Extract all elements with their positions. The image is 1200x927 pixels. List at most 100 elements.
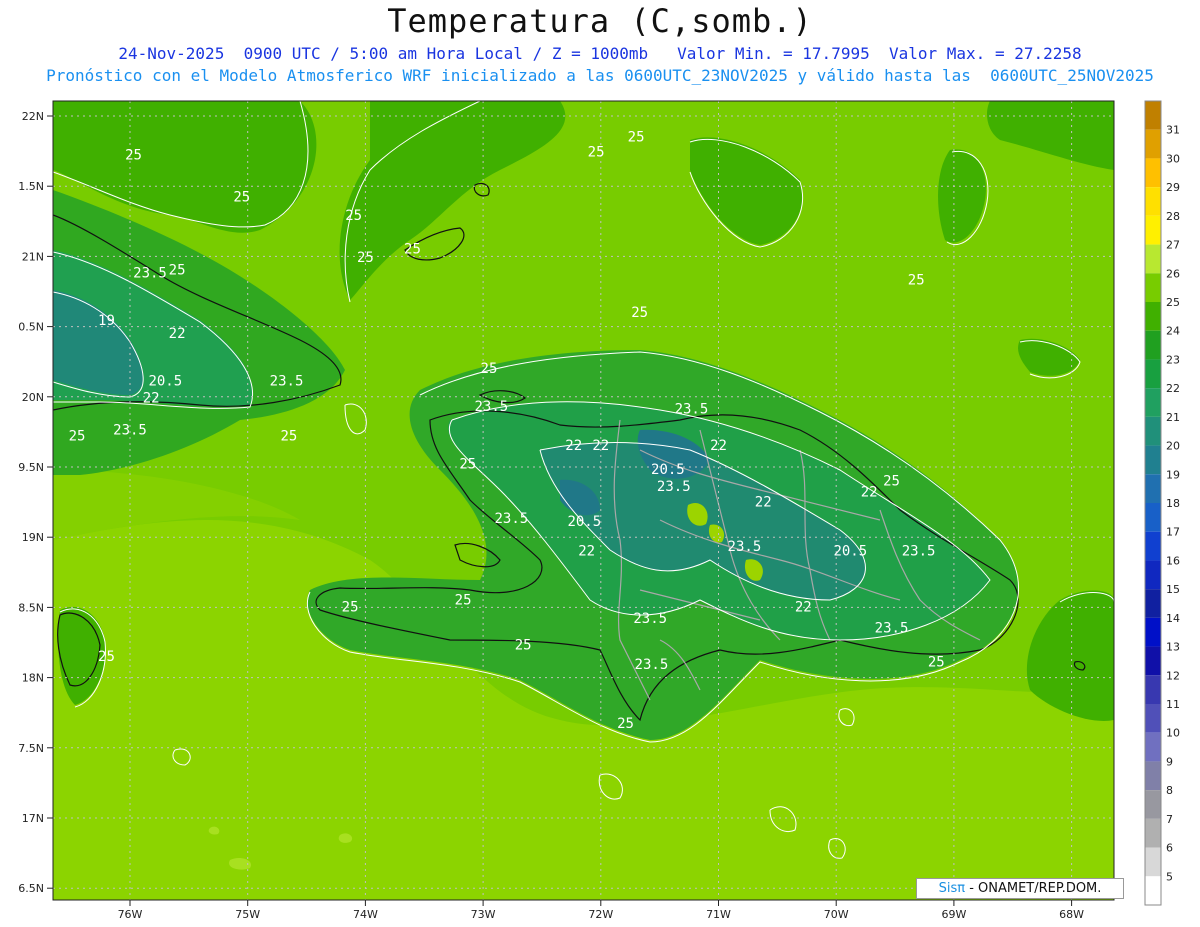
contour-label: 22 <box>795 600 812 616</box>
contour-label: 23.5 <box>113 423 147 439</box>
colorbar-swatch <box>1145 761 1161 791</box>
colorbar-swatch <box>1145 187 1161 216</box>
colorbar-label: 7 <box>1166 813 1173 826</box>
colorbar-swatch <box>1145 503 1161 532</box>
colorbar-label: 21 <box>1166 411 1180 424</box>
contour-label: 25 <box>883 473 900 489</box>
latitude-axis: 22N 1.5N 21N 0.5N 20N 9.5N 19N 8.5N 18N 7.5N 17N 6.… <box>18 110 53 895</box>
sispi-logo-text: Sisπ <box>938 881 966 896</box>
contour-label: 22 <box>143 390 160 406</box>
colorbar-swatch <box>1145 589 1161 618</box>
contour-label: 23.5 <box>902 543 936 559</box>
colorbar: 31 30 29 28 27 26 25 24 23 22 21 20 19 18 17 16 15 14 13 12… <box>1144 100 1180 906</box>
lat-label: 0.5N <box>18 321 44 334</box>
lat-label: 6.5N <box>18 882 44 895</box>
colorbar-swatch <box>1145 474 1161 503</box>
lat-label: 21N <box>22 250 44 263</box>
colorbar-swatch <box>1145 302 1161 331</box>
contour-label: 25 <box>481 361 498 377</box>
colorbar-label: 13 <box>1166 641 1180 654</box>
contour-label: 23.5 <box>474 399 508 415</box>
contour-label: 25 <box>125 148 142 164</box>
colorbar-swatch <box>1145 416 1161 446</box>
lat-label: 8.5N <box>18 601 44 614</box>
colorbar-swatch <box>1145 445 1161 475</box>
map-plot-area <box>53 101 1114 900</box>
lat-label: 9.5N <box>18 461 44 474</box>
contour-label: 22 <box>710 438 727 454</box>
contour-label: 22 <box>169 326 186 342</box>
lat-label: 20N <box>22 391 44 404</box>
lon-label: 75W <box>235 908 260 921</box>
colorbar-label: 30 <box>1166 152 1180 165</box>
colorbar-swatch <box>1145 818 1161 848</box>
lon-label: 70W <box>824 908 849 921</box>
contour-label: 25 <box>908 272 925 288</box>
contour-label: 25 <box>404 242 421 258</box>
credit-label: Sisπ - ONAMET/REP.DOM. <box>916 878 1124 899</box>
colorbar-swatch <box>1145 675 1161 704</box>
contour-label: 23.5 <box>657 479 691 495</box>
lat-label: 19N <box>22 531 44 544</box>
colorbar-swatch <box>1145 388 1161 417</box>
contour-label: 22 <box>861 484 878 500</box>
colorbar-label: 23 <box>1166 353 1180 366</box>
colorbar-swatch <box>1145 330 1161 360</box>
contour-label: 23.5 <box>133 265 167 281</box>
contour-label: 23.5 <box>728 539 762 555</box>
colorbar-label: 24 <box>1166 325 1180 338</box>
contour-label: 25 <box>928 654 945 670</box>
colorbar-swatch <box>1145 876 1161 905</box>
contour-label: 20.5 <box>833 543 867 559</box>
lat-label: 18N <box>22 672 44 685</box>
colorbar-label: 18 <box>1166 497 1180 510</box>
contour-label: 20.5 <box>651 462 685 478</box>
contour-label: 23.5 <box>875 621 909 637</box>
contour-label: 25 <box>588 145 605 161</box>
colorbar-swatch <box>1145 617 1161 647</box>
contour-label: 23.5 <box>675 402 709 418</box>
colorbar-swatch <box>1145 732 1161 762</box>
contour-label: 25 <box>69 428 86 444</box>
lon-label: 73W <box>471 908 496 921</box>
contour-label: 23.5 <box>635 657 669 673</box>
colorbar-label: 25 <box>1166 296 1180 309</box>
contour-label: 25 <box>631 305 648 321</box>
temperature-map: 252525252523.5 25192220.52223.523.525 2525… <box>18 100 1180 921</box>
contour-label: 22 <box>565 438 582 454</box>
colorbar-swatch <box>1145 560 1161 590</box>
contour-label: 25 <box>459 456 476 472</box>
contour-label: 25 <box>169 263 186 279</box>
contour-label: 23.5 <box>270 374 304 390</box>
colorbar-label: 17 <box>1166 526 1180 539</box>
colorbar-swatch <box>1145 790 1161 819</box>
colorbar-label: 12 <box>1166 669 1180 682</box>
contour-label: 25 <box>342 600 359 616</box>
colorbar-label: 19 <box>1166 468 1180 481</box>
colorbar-swatch <box>1145 704 1161 733</box>
contour-label: 23.5 <box>633 611 667 627</box>
colorbar-label: 11 <box>1166 698 1180 711</box>
colorbar-label: 5 <box>1166 870 1173 883</box>
colorbar-swatch <box>1145 129 1161 159</box>
colorbar-label: 15 <box>1166 583 1180 596</box>
colorbar-label: 6 <box>1166 842 1173 855</box>
colorbar-swatch <box>1145 158 1161 188</box>
colorbar-label: 22 <box>1166 382 1180 395</box>
colorbar-swatch <box>1145 101 1161 130</box>
colorbar-swatch <box>1145 531 1161 561</box>
contour-label: 20.5 <box>148 374 182 390</box>
colorbar-swatch <box>1145 215 1161 245</box>
contour-label: 25 <box>617 716 634 732</box>
colorbar-label: 29 <box>1166 181 1180 194</box>
credit-text: - ONAMET/REP.DOM. <box>965 881 1102 896</box>
colorbar-label: 20 <box>1166 440 1180 453</box>
colorbar-label: 9 <box>1166 755 1173 768</box>
colorbar-label: 27 <box>1166 239 1180 252</box>
longitude-axis: 76W 75W 74W 73W 72W 71W 70W 69W 68W <box>118 900 1084 921</box>
contour-label: 20.5 <box>567 514 601 530</box>
lon-label: 68W <box>1059 908 1084 921</box>
lon-label: 69W <box>941 908 966 921</box>
colorbar-label: 28 <box>1166 210 1180 223</box>
lat-label: 22N <box>22 110 44 123</box>
